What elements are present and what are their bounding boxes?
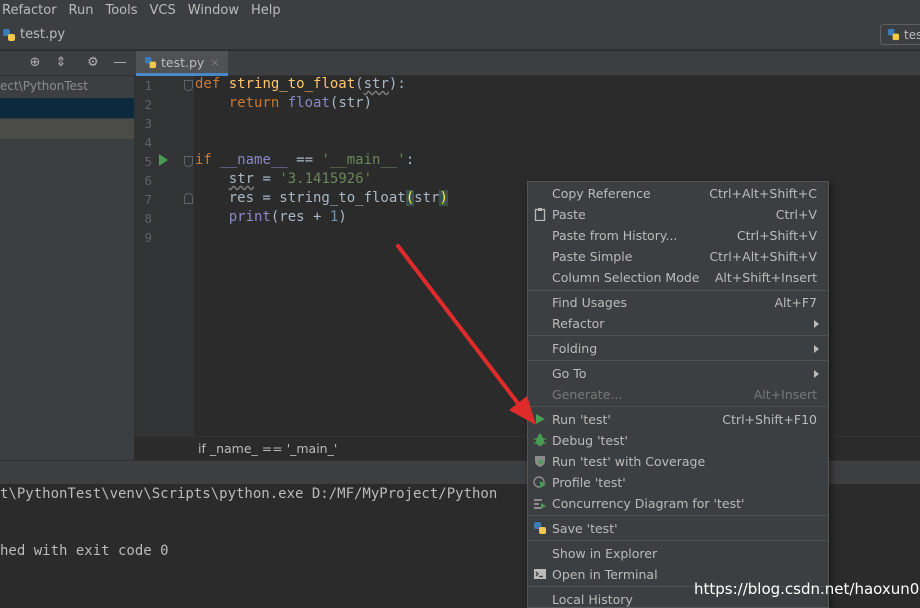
breadcrumb[interactable]: if _name_ == '_main_' (198, 441, 337, 456)
line-number: 9 (144, 230, 152, 245)
menu-separator (528, 515, 828, 516)
fold-marker-icon[interactable] (184, 193, 193, 204)
project-root-label[interactable]: ect\PythonTest (0, 79, 88, 93)
concurrency-icon (534, 499, 546, 509)
menu-vcs[interactable]: VCS (150, 3, 176, 18)
code-line-7: res = string_to_float(str) (195, 190, 448, 206)
collapse-all-icon[interactable]: ⇕ (53, 55, 69, 71)
menu-item-find-usages[interactable]: Find Usages Alt+F7 (528, 292, 828, 313)
menu-item-concurrency-diagram[interactable]: Concurrency Diagram for 'test' (528, 493, 828, 514)
line-number: 8 (144, 211, 152, 226)
run-icon (536, 414, 545, 424)
submenu-arrow-icon (814, 370, 819, 378)
menu-separator (528, 290, 828, 291)
profile-icon (533, 476, 546, 488)
nav-file-crumb[interactable]: test.py (2, 27, 65, 42)
menu-item-paste-from-history[interactable]: Paste from History... Ctrl+Shift+V (528, 225, 828, 246)
watermark-text: https://blog.csdn.net/haoxun06 (694, 580, 920, 598)
menu-tools[interactable]: Tools (105, 3, 137, 18)
line-number: 2 (144, 97, 152, 112)
code-line-8: print(res + 1) (228, 209, 347, 225)
gear-icon[interactable]: ⚙ (85, 55, 101, 71)
console-line: t\PythonTest\venv\Scripts\python.exe D:/… (0, 486, 498, 502)
menu-item-folding[interactable]: Folding (528, 338, 828, 359)
editor-context-menu: Copy Reference Ctrl+Alt+Shift+C Paste Ct… (527, 181, 829, 608)
menu-item-paste-simple[interactable]: Paste Simple Ctrl+Alt+Shift+V (528, 246, 828, 267)
terminal-icon (534, 569, 546, 579)
project-tree-row-selected[interactable] (0, 98, 134, 118)
tab-test-py[interactable]: test.py × (136, 51, 228, 76)
submenu-arrow-icon (814, 320, 819, 328)
close-icon[interactable]: × (210, 56, 219, 69)
menu-item-generate: Generate... Alt+Insert (552, 387, 817, 402)
python-file-icon (3, 28, 15, 41)
menu-item-profile-test[interactable]: Profile 'test' (528, 472, 828, 493)
line-number: 3 (144, 116, 152, 131)
tab-label: test.py (161, 54, 205, 70)
line-number: 6 (144, 173, 152, 188)
fold-marker-icon[interactable] (184, 156, 193, 167)
code-line-2: return float(str) (228, 95, 373, 111)
line-number: 1 (144, 78, 152, 93)
menu-refactor[interactable]: Refactor (2, 3, 57, 18)
menu-window[interactable]: Window (188, 3, 239, 18)
menu-item-run-with-coverage[interactable]: Run 'test' with Coverage (528, 451, 828, 472)
menu-separator (528, 335, 828, 336)
menu-item-refactor[interactable]: Refactor (528, 313, 828, 334)
project-toolbar: ⊕ ⇕ ⚙ — (0, 51, 134, 76)
navigation-bar: test.py tes (0, 21, 920, 50)
python-file-icon (144, 56, 157, 68)
nav-file-label: test.py (20, 27, 66, 42)
fold-marker-icon[interactable] (184, 80, 193, 91)
menu-item-column-selection-mode[interactable]: Column Selection Mode Alt+Shift+Insert (528, 267, 828, 288)
menu-item-copy-reference[interactable]: Copy Reference Ctrl+Alt+Shift+C (528, 183, 828, 204)
run-config-label: tes (904, 27, 920, 42)
code-line-1: def string_to_float(str): (195, 76, 406, 92)
clipboard-icon (534, 208, 546, 221)
locate-file-icon[interactable]: ⊕ (27, 55, 43, 71)
editor-gutter: 1 2 3 4 5 6 7 8 9 (134, 76, 194, 436)
line-number: 5 (144, 154, 152, 169)
menu-bar: Refactor Run Tools VCS Window Help (0, 0, 920, 21)
menu-item-run-test[interactable]: Run 'test' Ctrl+Shift+F10 (528, 409, 828, 430)
menu-separator (528, 360, 828, 361)
hide-panel-icon[interactable]: — (112, 55, 128, 71)
menu-separator (528, 406, 828, 407)
menu-item-debug-test[interactable]: Debug 'test' (528, 430, 828, 451)
menu-separator (528, 540, 828, 541)
code-line-6: str = '3.1415926' (228, 171, 373, 187)
menu-item-show-in-explorer[interactable]: Show in Explorer (528, 543, 828, 564)
menu-item-go-to[interactable]: Go To (528, 363, 828, 384)
submenu-arrow-icon (814, 345, 819, 353)
editor-tab-bar: test.py × (134, 51, 920, 76)
menu-item-save-test[interactable]: Save 'test' (528, 518, 828, 539)
python-file-icon (887, 28, 900, 41)
run-gutter-icon[interactable] (159, 154, 168, 166)
line-number: 4 (144, 135, 152, 150)
run-config-selector[interactable]: tes (880, 24, 920, 45)
coverage-shield-icon (535, 456, 545, 467)
line-number: 7 (144, 192, 152, 207)
menu-help[interactable]: Help (251, 3, 281, 18)
menu-run[interactable]: Run (69, 3, 94, 18)
menu-item-paste[interactable]: Paste Ctrl+V (528, 204, 828, 225)
project-tree-row[interactable] (0, 119, 134, 139)
python-icon (534, 522, 546, 534)
debug-bug-icon (534, 433, 546, 446)
console-line: hed with exit code 0 (0, 543, 169, 559)
code-line-5: if __name__ == '__main__': (195, 152, 415, 168)
project-panel: ect\PythonTest (0, 76, 134, 460)
